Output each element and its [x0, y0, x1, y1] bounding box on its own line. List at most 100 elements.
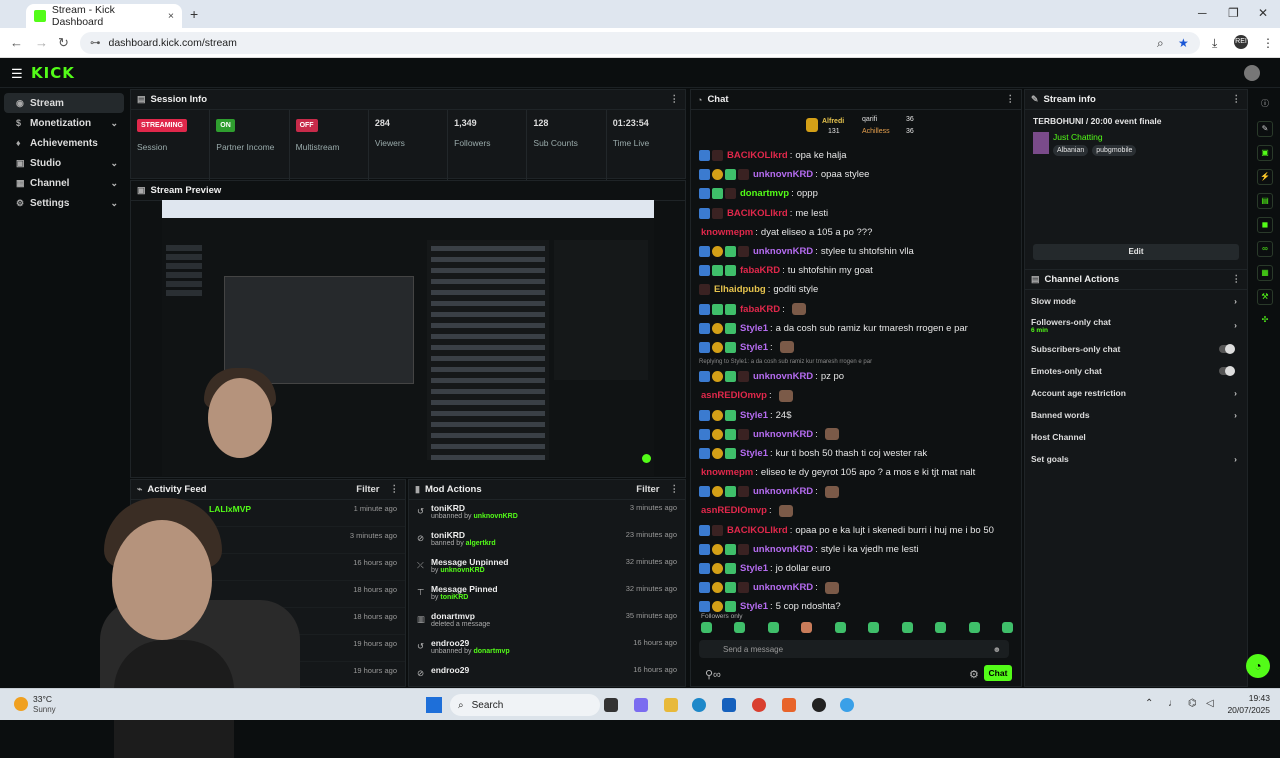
emote-icon[interactable] — [734, 622, 746, 633]
more-options-icon[interactable]: ⋮ — [1232, 94, 1242, 105]
wrench-icon[interactable]: ⚒ — [1257, 289, 1273, 305]
chat-message[interactable]: unknovnKRD: opaa stylee — [699, 165, 1017, 184]
chat-message[interactable]: unknovnKRD: — [699, 482, 1017, 501]
chat-tools-icon[interactable]: ⚲∞ — [705, 668, 721, 681]
chat-bubble-icon[interactable]: ◼ — [1257, 217, 1273, 233]
more-options-icon[interactable]: ⋮ — [390, 484, 400, 495]
clipboard-icon[interactable]: ▤ — [1257, 193, 1273, 209]
chat-message[interactable]: donartmvp: oppp — [699, 184, 1017, 203]
link-icon[interactable]: ∞ — [1257, 241, 1273, 257]
sidebar-item-monetization[interactable]: $ Monetization ⌄ — [4, 113, 124, 133]
copilot-icon[interactable] — [634, 698, 648, 712]
sidebar-item-settings[interactable]: ⚙ Settings ⌄ — [4, 193, 124, 213]
clock-time[interactable]: 19:43 — [1230, 693, 1270, 703]
chat-username[interactable]: Style1 — [740, 448, 768, 459]
emote-icon[interactable] — [968, 622, 980, 633]
chat-username[interactable]: unknovnKRD — [753, 246, 813, 257]
action-followers-only[interactable]: Followers-only chat 6 min › — [1025, 312, 1247, 338]
network-icon[interactable]: ⌬ — [1188, 698, 1197, 709]
browser-tab[interactable]: Stream - Kick Dashboard × — [26, 4, 182, 28]
chat-message[interactable]: asnREDIOmvp: — [699, 386, 1017, 405]
windows-start-icon[interactable] — [426, 697, 442, 713]
chat-message[interactable]: Style1: a da cosh sub ramiz kur tmaresh r… — [699, 319, 1017, 338]
chat-input[interactable]: Send a message ☻ — [699, 640, 1009, 658]
toggle-switch[interactable] — [1219, 344, 1235, 354]
app-icon[interactable] — [840, 698, 854, 712]
maximize-icon[interactable]: ❐ — [1228, 6, 1239, 20]
chat-message[interactable]: asnREDIOmvp: — [699, 501, 1017, 520]
chat-username[interactable]: donartmvp — [740, 188, 789, 199]
emote-icon[interactable] — [935, 622, 947, 633]
info-icon[interactable]: ⓘ — [1257, 97, 1273, 113]
stream-preview-video[interactable] — [162, 200, 654, 476]
taskbar-search[interactable]: ⌕ Search — [450, 694, 600, 716]
support-chat-button[interactable]: ◔ — [1246, 654, 1270, 678]
sidebar-item-studio[interactable]: ▣ Studio ⌄ — [4, 153, 124, 173]
new-tab-button[interactable]: + — [190, 6, 198, 22]
chat-message[interactable]: Style1:24$ — [699, 405, 1017, 424]
task-view-icon[interactable] — [604, 698, 618, 712]
emote-icon[interactable] — [1001, 622, 1013, 633]
chat-username[interactable]: Style1 — [740, 342, 768, 353]
site-info-icon[interactable]: ⊶ — [90, 37, 101, 49]
chat-message[interactable]: knowmepm: eliseo te dy geyrot 105 apo ? a… — [699, 463, 1017, 482]
zoom-icon[interactable]: ⌕ — [1157, 36, 1164, 51]
chat-username[interactable]: asnREDIOmvp — [701, 390, 767, 401]
chat-username[interactable]: unknovnKRD — [753, 544, 813, 555]
chat-username[interactable]: knowmepm — [701, 467, 753, 478]
chrome-icon[interactable] — [752, 698, 766, 712]
send-chat-button[interactable]: Chat — [984, 665, 1012, 681]
filter-button[interactable]: Filter — [356, 484, 379, 495]
obs-icon[interactable] — [812, 698, 826, 712]
toggle-switch[interactable] — [1219, 366, 1235, 376]
chat-message[interactable]: Style1: kur ti bosh 50 thash ti coj weste… — [699, 444, 1017, 463]
chat-username[interactable]: Style1 — [740, 323, 768, 334]
action-account-age[interactable]: Account age restriction › — [1025, 382, 1247, 404]
more-options-icon[interactable]: ⋮ — [670, 484, 680, 495]
chat-username[interactable]: asnREDIOmvp — [701, 505, 767, 516]
profile-avatar[interactable]: REI — [1234, 35, 1248, 49]
emoji-icon[interactable]: ☻ — [993, 645, 1001, 654]
chat-username[interactable]: unknovnKRD — [753, 169, 813, 180]
action-emotes-only[interactable]: Emotes-only chat — [1025, 360, 1247, 382]
reload-icon[interactable]: ↻ — [58, 35, 69, 51]
app-icon[interactable] — [782, 698, 796, 712]
chat-username[interactable]: knowmepm — [701, 227, 753, 238]
chat-message[interactable]: unknovnKRD: style i ka vjedh me lesti — [699, 540, 1017, 559]
chat-username[interactable]: unknovnKRD — [753, 486, 813, 497]
chat-username[interactable]: BACIKOLlkrd — [727, 150, 788, 161]
chat-message[interactable]: unknovnKRD: — [699, 425, 1017, 444]
chat-message[interactable]: fabaKRD: — [699, 300, 1017, 319]
chat-message[interactable]: unknovnKRD: pz po — [699, 367, 1017, 386]
chat-username[interactable]: BACIKOLlkrd — [727, 525, 788, 536]
pencil-icon[interactable]: ✎ — [1257, 121, 1273, 137]
edit-button[interactable]: Edit — [1033, 244, 1239, 260]
plugin-icon[interactable]: ✣ — [1257, 313, 1273, 329]
chat-message[interactable]: BACIKOLlkrd: me lesti — [699, 204, 1017, 223]
chat-username[interactable]: fabaKRD — [740, 265, 780, 276]
shield-icon[interactable]: ▣ — [1257, 145, 1273, 161]
chat-username[interactable]: unknovnKRD — [753, 582, 813, 593]
emote-icon[interactable] — [834, 622, 846, 633]
chat-message[interactable]: BACIKOLlkrd: opa ke halja — [699, 146, 1017, 165]
emote-icon[interactable] — [901, 622, 913, 633]
layout-icon[interactable]: ▦ — [1257, 265, 1273, 281]
download-icon[interactable]: ⤓ — [1212, 36, 1217, 51]
action-set-goals[interactable]: Set goals › — [1025, 448, 1247, 470]
chat-username[interactable]: fabaKRD — [740, 304, 780, 315]
action-banned-words[interactable]: Banned words › — [1025, 404, 1247, 426]
chat-message[interactable]: fabaKRD: tu shtofshin my goat — [699, 261, 1017, 280]
action-slow-mode[interactable]: Slow mode › — [1025, 290, 1247, 312]
filter-button[interactable]: Filter — [636, 484, 659, 495]
url-bar[interactable]: ⊶ dashboard.kick.com/stream — [80, 32, 1200, 54]
chat-username[interactable]: unknovnKRD — [753, 371, 813, 382]
emote-icon[interactable] — [801, 622, 813, 633]
close-window-icon[interactable]: ✕ — [1258, 6, 1268, 20]
more-options-icon[interactable]: ⋮ — [1232, 274, 1242, 285]
chat-message[interactable]: Style1: — [699, 338, 1017, 357]
chat-username[interactable]: Style1 — [740, 410, 768, 421]
chat-message[interactable]: unknovnKRD: stylee tu shtofshin vlla — [699, 242, 1017, 261]
chat-username[interactable]: Style1 — [740, 601, 768, 612]
more-options-icon[interactable]: ⋮ — [1006, 94, 1016, 105]
action-subscribers-only[interactable]: Subscribers-only chat — [1025, 338, 1247, 360]
